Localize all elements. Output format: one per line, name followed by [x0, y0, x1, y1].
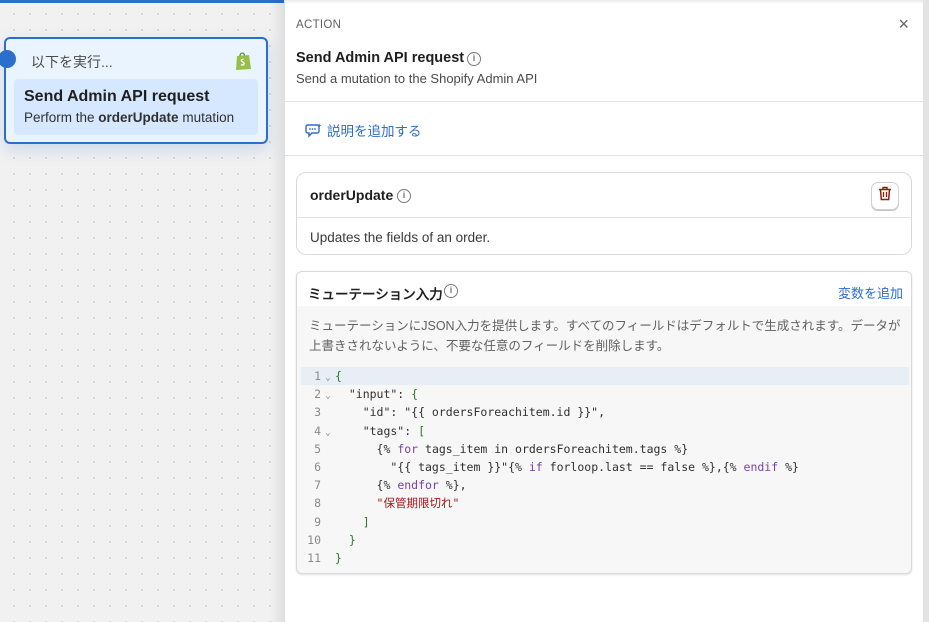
- code-line[interactable]: 11}: [301, 549, 909, 567]
- code-text: }: [335, 550, 342, 565]
- mutation-input-card: ミューテーション入力 i 変数を追加 ミューテーションにJSON入力を提供します…: [296, 271, 912, 574]
- line-number: 1: [314, 369, 321, 383]
- close-icon[interactable]: ×: [898, 15, 909, 33]
- node-connector-dot[interactable]: [0, 50, 16, 68]
- action-panel: ACTION × Send Admin API request i Send a…: [285, 0, 923, 622]
- code-text: {% for tags_item in ordersForeachitem.ta…: [335, 441, 689, 456]
- line-number: 5: [314, 441, 321, 456]
- info-icon[interactable]: i: [397, 189, 411, 203]
- mutation-description: Updates the fields of an order.: [310, 230, 491, 245]
- mutation-title: orderUpdate: [310, 187, 394, 203]
- node-subtitle-suffix: mutation: [182, 110, 235, 125]
- panel-top-shade: [285, 0, 923, 4]
- code-line[interactable]: 2 ⌄ "input": {: [301, 385, 909, 403]
- shopify-bag-icon: [235, 51, 252, 71]
- node-subtitle-mutation: orderUpdate: [98, 110, 179, 125]
- card-divider: [297, 217, 911, 218]
- node-title: Send Admin API request: [24, 88, 210, 105]
- code-line[interactable]: 6 "{{ tags_item }}"{% if forloop.last ==…: [301, 458, 909, 476]
- line-number: 8: [314, 496, 321, 511]
- panel-description: Send a mutation to the Shopify Admin API: [296, 71, 538, 86]
- mutation-input-title: ミューテーション入力: [308, 287, 443, 302]
- code-text: "{{ tags_item }}"{% if forloop.last == f…: [335, 459, 799, 474]
- code-text: "保管期限切れ": [376, 496, 460, 511]
- add-description-label: 説明を追加する: [327, 124, 422, 139]
- line-number: 11: [307, 550, 321, 565]
- info-icon[interactable]: i: [444, 284, 458, 298]
- code-line[interactable]: 4 ⌄ "tags": [: [301, 422, 909, 440]
- code-text: {: [335, 369, 342, 383]
- mutation-input-description: ミューテーションにJSON入力を提供します。すべてのフィールドはデフォルトで生成…: [309, 319, 901, 353]
- line-number: 7: [314, 478, 321, 493]
- line-number: 2: [314, 387, 321, 402]
- line-number: 9: [314, 514, 321, 529]
- mutation-card: orderUpdate i Updates the fields of an o…: [296, 172, 912, 255]
- code-text: "input": {: [335, 387, 419, 402]
- code-text: ]: [362, 514, 370, 529]
- add-variable-link[interactable]: 変数を追加: [838, 283, 903, 302]
- panel-scrollbar-edge[interactable]: [923, 0, 929, 622]
- code-line[interactable]: 8 "保管期限切れ": [301, 494, 909, 512]
- section-label: ACTION: [296, 19, 342, 31]
- code-line[interactable]: 1 ⌄{: [301, 367, 909, 386]
- node-subtitle-prefix: Perform the: [24, 110, 95, 125]
- trash-icon: [878, 186, 892, 206]
- code-text: }: [348, 532, 356, 547]
- code-text: "id": "{{ ordersForeachitem.id }}",: [335, 405, 606, 420]
- code-text: {% endfor %},: [335, 478, 467, 493]
- code-line[interactable]: 9 ]: [301, 513, 909, 531]
- canvas-top-border: [0, 0, 284, 3]
- canvas-edge-shadow: [270, 0, 285, 622]
- action-node[interactable]: 以下を実行... Send Admin API request Perform …: [0, 37, 268, 144]
- add-description-link[interactable]: 説明を追加する: [305, 120, 422, 140]
- node-subtitle: Perform the orderUpdate mutation: [24, 110, 234, 125]
- line-number: 10: [307, 532, 321, 547]
- node-body: Send Admin API request Perform the order…: [14, 79, 258, 135]
- code-line[interactable]: 10 }: [301, 531, 909, 549]
- code-line[interactable]: 7 {% endfor %},: [301, 476, 909, 494]
- info-icon[interactable]: i: [467, 52, 481, 66]
- comment-sparkle-icon: [305, 123, 322, 138]
- code-editor[interactable]: 1 ⌄{2 ⌄ "input": {3 "id": "{{ ordersForeac…: [301, 367, 909, 569]
- panel-title: Send Admin API request: [296, 50, 465, 66]
- line-number: 6: [314, 459, 321, 474]
- code-line[interactable]: 5 {% for tags_item in ordersForeachitem.…: [301, 440, 909, 458]
- divider: [285, 155, 923, 156]
- delete-mutation-button[interactable]: [871, 182, 899, 210]
- code-text: "tags": [: [335, 423, 426, 438]
- code-line[interactable]: 3 "id": "{{ ordersForeachitem.id }}",: [301, 403, 909, 421]
- line-number: 3: [314, 405, 321, 420]
- node-header: 以下を実行...: [31, 54, 113, 70]
- divider: [285, 101, 923, 102]
- line-number: 4: [314, 423, 321, 438]
